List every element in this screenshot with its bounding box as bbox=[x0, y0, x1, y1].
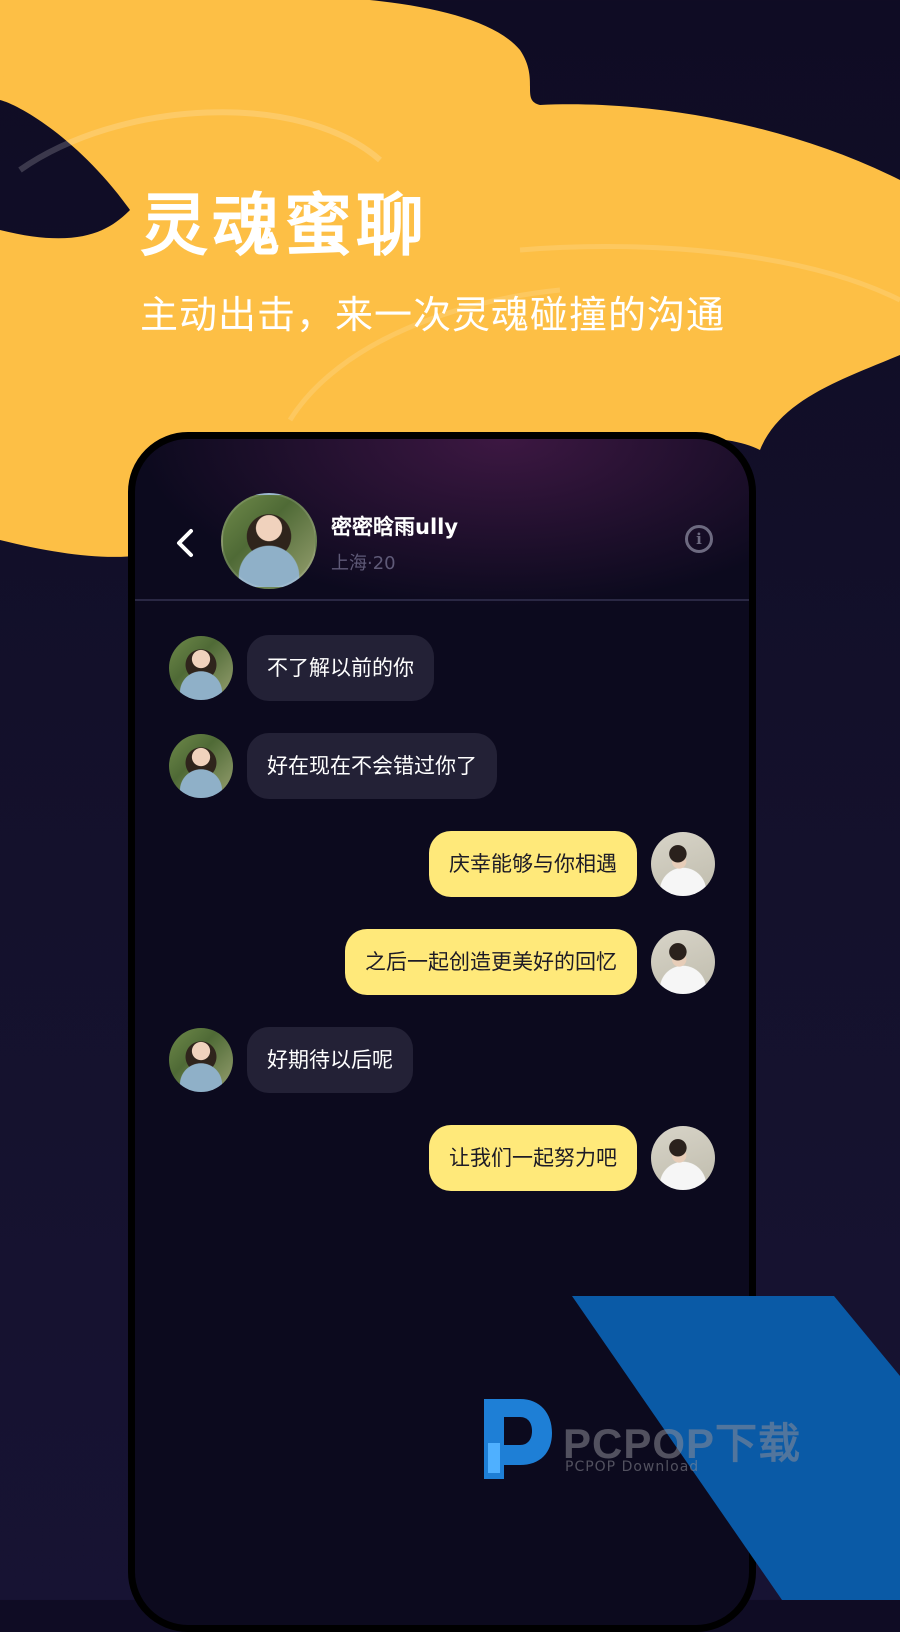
chat-header: 密密晗雨ully 上海·20 i bbox=[135, 439, 749, 599]
message-row: 庆幸能够与你相遇 bbox=[135, 831, 749, 897]
contact-avatar[interactable] bbox=[221, 493, 317, 589]
received-message-bubble: 好期待以后呢 bbox=[247, 1027, 413, 1093]
contact-avatar-small[interactable] bbox=[169, 1028, 233, 1092]
message-row: 之后一起创造更美好的回忆 bbox=[135, 929, 749, 995]
message-row: 让我们一起努力吧 bbox=[135, 1125, 749, 1191]
contact-avatar-small[interactable] bbox=[169, 636, 233, 700]
sent-message-bubble: 让我们一起努力吧 bbox=[429, 1125, 637, 1191]
info-icon: i bbox=[696, 530, 702, 548]
watermark-subtitle: PCPOP Download bbox=[565, 1459, 700, 1475]
back-button[interactable] bbox=[171, 523, 201, 563]
contact-name: 密密晗雨ully bbox=[331, 515, 459, 539]
chevron-left-icon bbox=[177, 529, 193, 557]
user-avatar-small[interactable] bbox=[651, 832, 715, 896]
message-row: 好期待以后呢 bbox=[135, 1027, 749, 1093]
user-avatar-small[interactable] bbox=[651, 1126, 715, 1190]
header-divider bbox=[135, 599, 749, 601]
received-message-bubble: 不了解以前的你 bbox=[247, 635, 434, 701]
info-button[interactable]: i bbox=[685, 525, 713, 553]
watermark-logo-icon bbox=[484, 1399, 552, 1479]
user-avatar-small[interactable] bbox=[651, 930, 715, 994]
hero-title: 灵魂蜜聊 bbox=[140, 187, 429, 266]
contact-location-age: 上海·20 bbox=[331, 553, 396, 574]
contact-avatar-small[interactable] bbox=[169, 734, 233, 798]
message-row: 好在现在不会错过你了 bbox=[135, 733, 749, 799]
received-message-bubble: 好在现在不会错过你了 bbox=[247, 733, 497, 799]
hero-subtitle: 主动出击，来一次灵魂碰撞的沟通 bbox=[140, 293, 726, 337]
sent-message-bubble: 庆幸能够与你相遇 bbox=[429, 831, 637, 897]
sent-message-bubble: 之后一起创造更美好的回忆 bbox=[345, 929, 637, 995]
message-row: 不了解以前的你 bbox=[135, 635, 749, 701]
